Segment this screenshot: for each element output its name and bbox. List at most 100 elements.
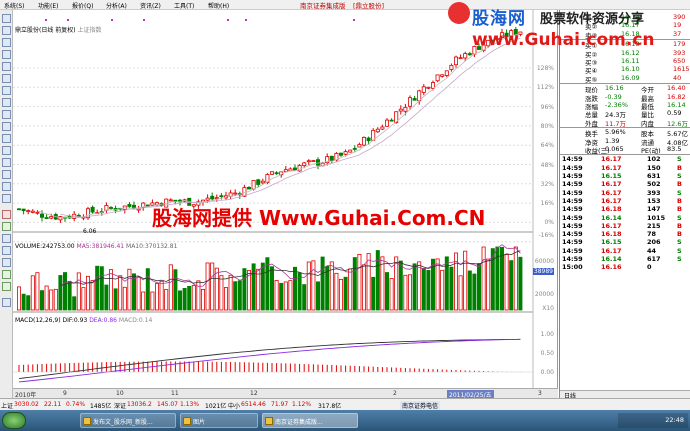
sector-icon[interactable] [2, 86, 11, 95]
f10-icon[interactable] [2, 74, 11, 83]
tick-side: S [677, 255, 682, 263]
grid-icon[interactable] [2, 14, 11, 23]
volume-bar [384, 272, 389, 311]
date-label: 10 [116, 390, 124, 397]
volume-bar [237, 280, 242, 311]
candle [127, 204, 132, 207]
tick-price: 16.17 [601, 196, 622, 205]
candle [338, 152, 343, 156]
tick-side: B [677, 163, 682, 172]
buy-icon[interactable] [2, 210, 11, 219]
volume-bar [463, 250, 468, 311]
taskbar-button[interactable]: 发布文_股乐网_新股... [80, 413, 176, 428]
weight-icon[interactable] [2, 194, 11, 203]
broker-name[interactable]: 南京证券电信 [400, 401, 441, 410]
macd-header: MACD(12,26,9) [15, 317, 61, 324]
volume-bar [361, 264, 366, 311]
volume-bar [444, 256, 449, 311]
volume-bar [99, 266, 104, 311]
sell-icon[interactable] [2, 222, 11, 231]
layout-icon[interactable] [2, 146, 11, 155]
stat-row: 净资 1.39 流通 4.08亿 [563, 137, 688, 147]
taskbar-button[interactable]: 图片 [180, 413, 258, 428]
volume-bar [81, 287, 86, 311]
move-icon[interactable] [2, 258, 11, 267]
chart-icon[interactable] [2, 38, 11, 47]
menu-quote[interactable]: 报价(Q) [72, 1, 93, 10]
tick-price: 16.16 [601, 263, 622, 272]
candle [306, 160, 311, 163]
candle [421, 86, 426, 93]
tick-price: 16.14 [601, 213, 622, 222]
up-arrow-icon[interactable] [2, 270, 11, 279]
pct-tick: 48% [540, 162, 554, 169]
menu-help[interactable]: 帮助(H) [208, 1, 229, 10]
start-button[interactable] [2, 412, 26, 429]
info-icon[interactable] [2, 298, 11, 307]
zx-index: 6514.46 [241, 401, 266, 408]
news-icon[interactable] [2, 62, 11, 71]
tick-row: 14:59 16.17 393 S [561, 189, 689, 197]
candle [389, 119, 394, 122]
draw-icon[interactable] [2, 158, 11, 167]
kline-chart[interactable] [13, 10, 558, 388]
candle [440, 74, 445, 77]
list-icon[interactable] [2, 26, 11, 35]
menu-news[interactable]: 资讯(Z) [140, 1, 161, 10]
volume-bar [109, 269, 114, 311]
tick-volume: 102 [647, 155, 661, 164]
index-icon[interactable] [2, 182, 11, 191]
tick-side: B [677, 221, 682, 230]
down-arrow-icon[interactable] [2, 282, 11, 291]
formula-icon[interactable] [2, 110, 11, 119]
period-icon[interactable] [2, 170, 11, 179]
volume-bar [407, 274, 412, 311]
volume-bar [118, 275, 123, 311]
volume-bar [352, 257, 357, 311]
tick-row: 14:59 16.14 617 S [561, 255, 689, 263]
candle [39, 213, 44, 218]
candle [458, 57, 463, 60]
rank-icon[interactable] [2, 98, 11, 107]
dif-line [18, 338, 521, 380]
stat-row: 收益(三) 0.065 PE(动) 83.5 [563, 145, 688, 155]
tick-time: 15:00 [562, 263, 583, 272]
candle [357, 144, 362, 148]
candle [269, 171, 274, 175]
sz-label: 深证 [114, 403, 127, 410]
zoom-in-icon[interactable] [2, 234, 11, 243]
candle [17, 208, 22, 211]
tick-price: 16.17 [601, 221, 622, 230]
candle [21, 208, 26, 212]
tick-time: 14:59 [562, 196, 583, 205]
taskbar-button[interactable]: 南京证券集成版... [262, 413, 358, 428]
quote-panel: 卖① 16.14 390 卖② 16.17 19 卖③ 16.18 37 买① 16.13 179 买②… [559, 10, 690, 400]
macd-tick: 0.00 [540, 369, 554, 376]
select-icon[interactable] [2, 122, 11, 131]
volume-bar [366, 253, 371, 311]
sh-percent: 0.74% [66, 401, 86, 408]
volume-bar [21, 293, 26, 311]
zoom-out-icon[interactable] [2, 246, 11, 255]
menu-analysis[interactable]: 分析(A) [106, 1, 127, 10]
volume-bar [398, 260, 403, 311]
tick-side: B [677, 205, 682, 214]
sz-amount: 1021亿 [205, 403, 227, 410]
volume-bar [67, 280, 72, 311]
stat-value: -0.39 [605, 92, 622, 101]
candle [311, 160, 316, 162]
volume-bar [39, 290, 44, 311]
volume-bar [283, 281, 288, 311]
folder-icon [183, 417, 191, 425]
pct-tick: 16% [540, 200, 554, 207]
volume-bar [311, 260, 316, 311]
kline-icon[interactable] [2, 50, 11, 59]
menu-tools[interactable]: 工具(T) [174, 1, 194, 10]
menu-function[interactable]: 功能(E) [38, 1, 58, 10]
menu-system[interactable]: 系统(S) [4, 1, 25, 10]
volume-bar [223, 287, 228, 311]
event-marker [111, 19, 113, 21]
tick-row: 14:59 16.17 102 S [561, 155, 689, 163]
warn-icon[interactable] [2, 134, 11, 143]
volume-bar [325, 266, 330, 311]
